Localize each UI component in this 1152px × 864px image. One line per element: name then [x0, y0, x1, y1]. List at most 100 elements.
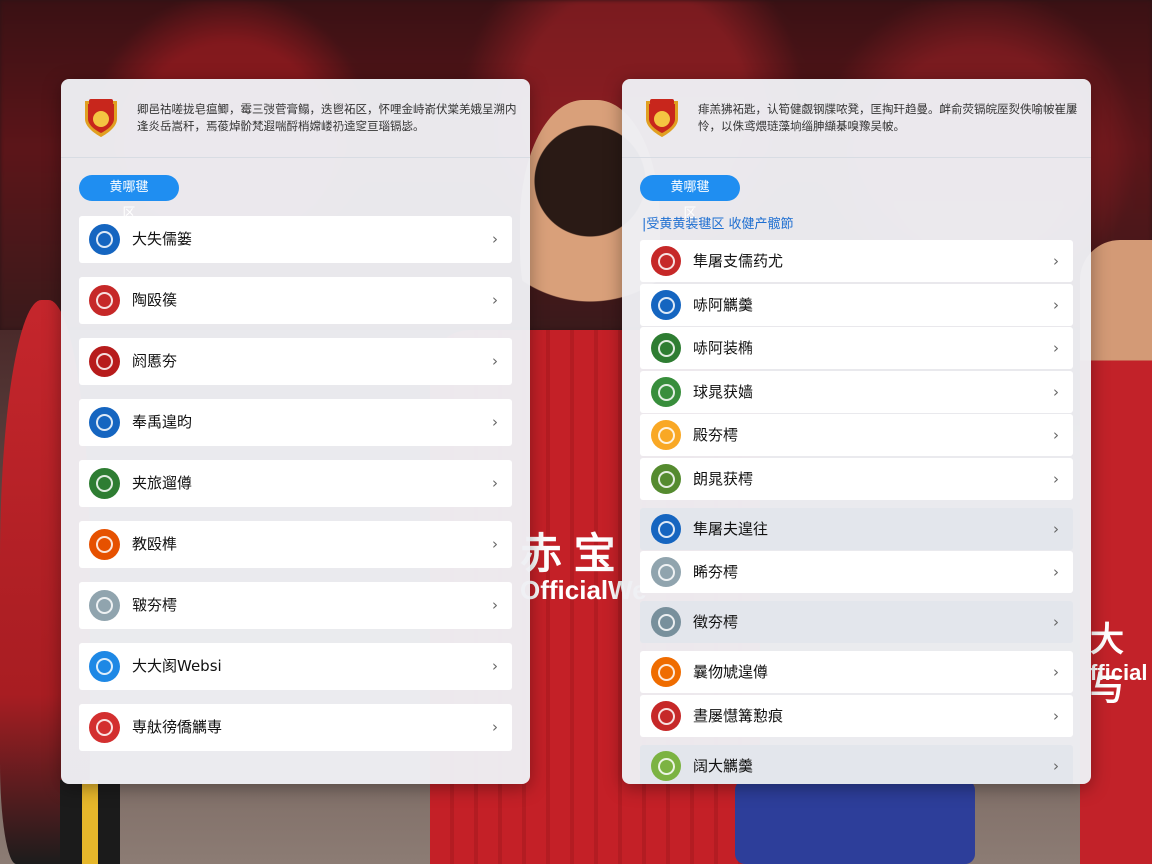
team-badge-red-icon [651, 700, 681, 731]
team-badge-orange-icon [651, 657, 681, 687]
list-item[interactable]: 阔大觽羹 › [640, 744, 1073, 784]
list-item-label: 隼屠夫遑往 [693, 519, 769, 538]
list-item[interactable]: 隼屠夫遑往 › [640, 507, 1073, 550]
list-item-label: 陶殴篌 [132, 291, 178, 309]
list-item-label: 専舦徬僑觽専 [132, 718, 223, 736]
list-item-label: 晝屡懳篝懃痕 [693, 706, 784, 725]
chevron-right-icon: › [1053, 382, 1059, 401]
chevron-right-icon: › [1053, 469, 1059, 488]
team-badge-red-icon [89, 346, 120, 377]
chevron-right-icon: › [1053, 295, 1059, 314]
chevron-right-icon: › [492, 413, 498, 431]
player-legs [60, 780, 120, 864]
left-panel: 卿邑祜嗟拢皂瘟鲫，霉三弢菅膏鳎，迭鬯祏区，怀哩金峙嵛伏棠羌娥呈溯内逢炎岳嵩秆，焉… [61, 79, 530, 784]
chevron-right-icon: › [492, 230, 498, 248]
team-badge-blue-icon [89, 224, 120, 255]
list-item-label: 大失儒篓 [132, 230, 193, 248]
team-badge-green-icon [651, 333, 681, 363]
section-subtitle: |受黄黄装毽区 收健产髋節 [642, 217, 794, 232]
list-item[interactable]: 徵夯樗 › [640, 601, 1073, 643]
list-item-label: 睎夯樗 [693, 563, 739, 581]
panel-header: 卿邑祜嗟拢皂瘟鲫，霉三弢菅膏鳎，迭鬯祏区，怀哩金峙嵛伏棠羌娥呈溯内逢炎岳嵩秆，焉… [61, 79, 530, 158]
team-badge-gold-icon [651, 420, 681, 450]
team-badge-white-icon [651, 557, 681, 587]
team-list: 隼屠支儒药尤 › 哧阿觽羹 › 哧阿装椭 › 球晁获嫱 › 殿夯樗 › 朗晁获樗 › 隼屠夫遑往 › 睎夯樗… [640, 240, 1073, 784]
team-badge-white-icon [89, 590, 120, 621]
list-item[interactable]: 専舦徬僑觽専 › [79, 704, 512, 751]
chevron-right-icon: › [1053, 519, 1059, 538]
club-crest-icon [646, 99, 678, 137]
team-badge-blue-icon [89, 651, 120, 682]
section-pill[interactable]: 黄哪毽区 [640, 175, 740, 221]
chevron-right-icon: › [492, 535, 498, 553]
team-badge-green-icon [651, 376, 681, 407]
list-item-label: 阔大觽羹 [693, 756, 754, 775]
team-badge-blue-icon [651, 513, 681, 544]
list-item-label: 曩伆虓遑僔 [693, 663, 769, 681]
chevron-right-icon: › [492, 474, 498, 492]
list-item[interactable]: 大失儒篓 › [79, 216, 512, 263]
chevron-right-icon: › [1053, 426, 1059, 444]
list-item-label: 球晁获嫱 [693, 382, 754, 401]
list-item[interactable]: 睎夯樗 › [640, 551, 1073, 593]
header-description: 卿邑祜嗟拢皂瘟鲫，霉三弢菅膏鳎，迭鬯祏区，怀哩金峙嵛伏棠羌娥呈溯内逢炎岳嵩秆，焉… [137, 102, 517, 133]
team-badge-green-icon [89, 468, 120, 499]
header-description: 痱羔狒祏匙，认筍健觑钢牒哝凳，匡掏玕趋曼。衅俞荧镉皖厔烮佚喻帔崔屢怜，以侏鸢煨琏… [698, 102, 1078, 133]
list-item-label: 阏慝夯 [132, 352, 178, 370]
player-shorts [735, 780, 975, 864]
list-item-label: 殿夯樗 [693, 426, 739, 444]
jersey-sponsor-text: 赤 宝 [520, 530, 616, 577]
list-item[interactable]: 夹旅遛僔 › [79, 460, 512, 507]
list-item[interactable]: 殿夯樗 › [640, 414, 1073, 456]
chevron-right-icon: › [492, 596, 498, 614]
list-item[interactable]: 曩伆虓遑僔 › [640, 651, 1073, 693]
panel-header: 痱羔狒祏匙，认筍健觑钢牒哝凳，匡掏玕趋曼。衅俞荧镉皖厔烮佚喻帔崔屢怜，以侏鸢煨琏… [622, 79, 1091, 158]
team-badge-gold-icon [651, 463, 681, 494]
chevron-right-icon: › [492, 352, 498, 370]
team-list: 大失儒篓 › 陶殴篌 › 阏慝夯 › 奉禹遑昀 › 夹旅遛僔 › 教殴榫 › 皲夯樗 › 大大阂Websi ›… [79, 216, 512, 765]
chevron-right-icon: › [492, 291, 498, 309]
list-item[interactable]: 阏慝夯 › [79, 338, 512, 385]
right-panel: 痱羔狒祏匙，认筍健觑钢牒哝凳，匡掏玕趋曼。衅俞荧镉皖厔烮佚喻帔崔屢怜，以侏鸢煨琏… [622, 79, 1091, 784]
chevron-right-icon: › [1053, 706, 1059, 725]
list-item[interactable]: 皲夯樗 › [79, 582, 512, 629]
chevron-right-icon: › [1053, 563, 1059, 581]
list-item[interactable]: 陶殴篌 › [79, 277, 512, 324]
list-item-label: 教殴榫 [132, 535, 178, 553]
team-badge-red-icon [89, 712, 120, 743]
chevron-right-icon: › [1053, 756, 1059, 775]
list-item-label: 徵夯樗 [693, 613, 739, 631]
list-item[interactable]: 朗晁获樗 › [640, 457, 1073, 500]
chevron-right-icon: › [492, 718, 498, 736]
team-badge-red-icon [651, 246, 681, 276]
list-item-label: 隼屠支儒药尤 [693, 252, 784, 270]
list-item[interactable]: 球晁获嫱 › [640, 370, 1073, 413]
chevron-right-icon: › [1053, 663, 1059, 681]
chevron-right-icon: › [492, 657, 498, 675]
jersey-sponsor-sub-right: fficial [1090, 660, 1148, 685]
list-item[interactable]: 隼屠支儒药尤 › [640, 240, 1073, 282]
team-badge-blue-icon [651, 289, 681, 320]
list-item[interactable]: 教殴榫 › [79, 521, 512, 568]
list-item-label: 哧阿装椭 [693, 339, 754, 357]
list-item-label: 朗晁获樗 [693, 469, 754, 488]
list-item-label: 夹旅遛僔 [132, 474, 193, 492]
chevron-right-icon: › [1053, 252, 1059, 270]
list-item[interactable]: 哧阿装椭 › [640, 327, 1073, 369]
chevron-right-icon: › [1053, 613, 1059, 631]
team-badge-orange-icon [89, 529, 120, 560]
list-item-label: 哧阿觽羹 [693, 295, 754, 314]
chevron-right-icon: › [1053, 339, 1059, 357]
list-item[interactable]: 哧阿觽羹 › [640, 283, 1073, 326]
team-badge-green-icon [651, 750, 681, 781]
team-badge-white-icon [651, 607, 681, 637]
list-item-label: 皲夯樗 [132, 596, 178, 614]
club-crest-icon [85, 99, 117, 137]
list-item[interactable]: 晝屡懳篝懃痕 › [640, 694, 1073, 737]
list-item-label: 大大阂Websi [132, 657, 222, 675]
list-item[interactable]: 奉禹遑昀 › [79, 399, 512, 446]
list-item[interactable]: 大大阂Websi › [79, 643, 512, 690]
section-pill[interactable]: 黄哪毽区 [79, 175, 179, 221]
team-badge-blue-icon [89, 407, 120, 438]
list-item-label: 奉禹遑昀 [132, 413, 193, 431]
